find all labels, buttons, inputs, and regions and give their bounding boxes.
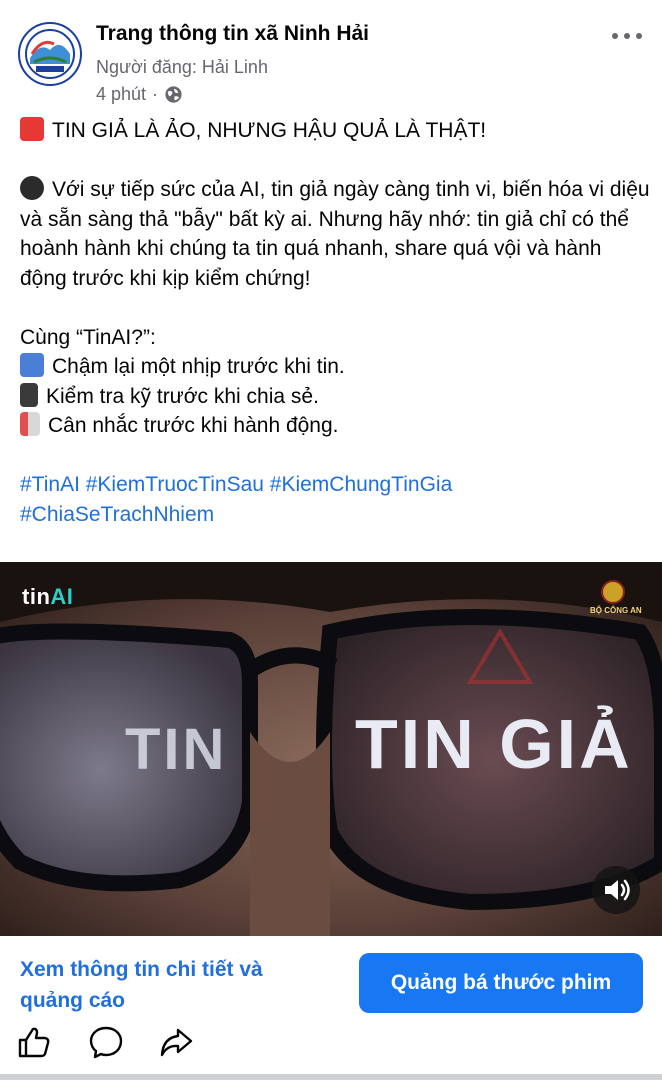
shield-emoji-icon xyxy=(20,412,40,436)
list-title: Cùng “TinAI?”: xyxy=(20,325,156,349)
bomb-emoji-icon xyxy=(20,176,44,200)
post-time[interactable]: 4 phút xyxy=(96,84,146,105)
comment-icon[interactable] xyxy=(88,1024,124,1060)
details-link[interactable]: Xem thông tin chi tiết và quảng cáo xyxy=(20,954,330,1016)
pause-button-emoji-icon xyxy=(20,353,44,377)
page-name[interactable]: Trang thông tin xã Ninh Hải xyxy=(96,22,369,46)
speaker-icon[interactable] xyxy=(592,866,640,914)
post-text: TIN GIẢ LÀ ẢO, NHƯNG HẬU QUẢ LÀ THẬT! Vớ… xyxy=(20,116,650,529)
post-headline-line: TIN GIẢ LÀ ẢO, NHƯNG HẬU QUẢ LÀ THẬT! xyxy=(20,116,650,146)
list-item: Cân nhắc trước khi hành động. xyxy=(20,411,650,441)
tinai-logo: tinAI xyxy=(22,584,74,609)
post-header: Trang thông tin xã Ninh Hải Người đăng: … xyxy=(0,0,662,112)
mobile-arrow-emoji-icon xyxy=(20,382,38,407)
divider xyxy=(0,1074,662,1080)
hashtags-line[interactable]: #ChiaSeTrachNhiem xyxy=(20,500,650,530)
hashtags-line[interactable]: #TinAI #KiemTruocTinSau #KiemChungTinGia xyxy=(20,470,650,500)
post-meta: 4 phút · xyxy=(96,84,183,105)
list-item: Kiểm tra kỹ trước khi chia sẻ. xyxy=(20,382,650,412)
poster-line: Người đăng: Hải Linh xyxy=(96,57,268,77)
ministry-badge: BỘ CÔNG AN xyxy=(590,580,642,620)
lens-text-left: TIN xyxy=(125,717,228,782)
post-body: Với sự tiếp sức của AI, tin giả ngày càn… xyxy=(20,178,650,290)
page-logo-icon xyxy=(22,26,78,82)
meta-separator: · xyxy=(152,84,159,104)
siren-emoji-icon xyxy=(20,117,44,141)
post-body-para: Với sự tiếp sức của AI, tin giả ngày càn… xyxy=(20,175,650,293)
police-seal-icon xyxy=(601,580,625,604)
badge-text: BỘ CÔNG AN xyxy=(590,606,642,615)
page-avatar[interactable] xyxy=(18,22,82,86)
globe-icon xyxy=(165,86,182,103)
lens-text-right: TIN GIẢ xyxy=(355,705,633,783)
list-item: Chậm lại một nhịp trước khi tin. xyxy=(20,352,650,382)
promote-video-button[interactable]: Quảng bá thước phim xyxy=(359,953,643,1013)
post-headline: TIN GIẢ LÀ ẢO, NHƯNG HẬU QUẢ LÀ THẬT! xyxy=(52,119,487,142)
more-options-icon[interactable] xyxy=(612,26,642,46)
like-icon[interactable] xyxy=(16,1024,52,1060)
share-icon[interactable] xyxy=(158,1024,194,1060)
